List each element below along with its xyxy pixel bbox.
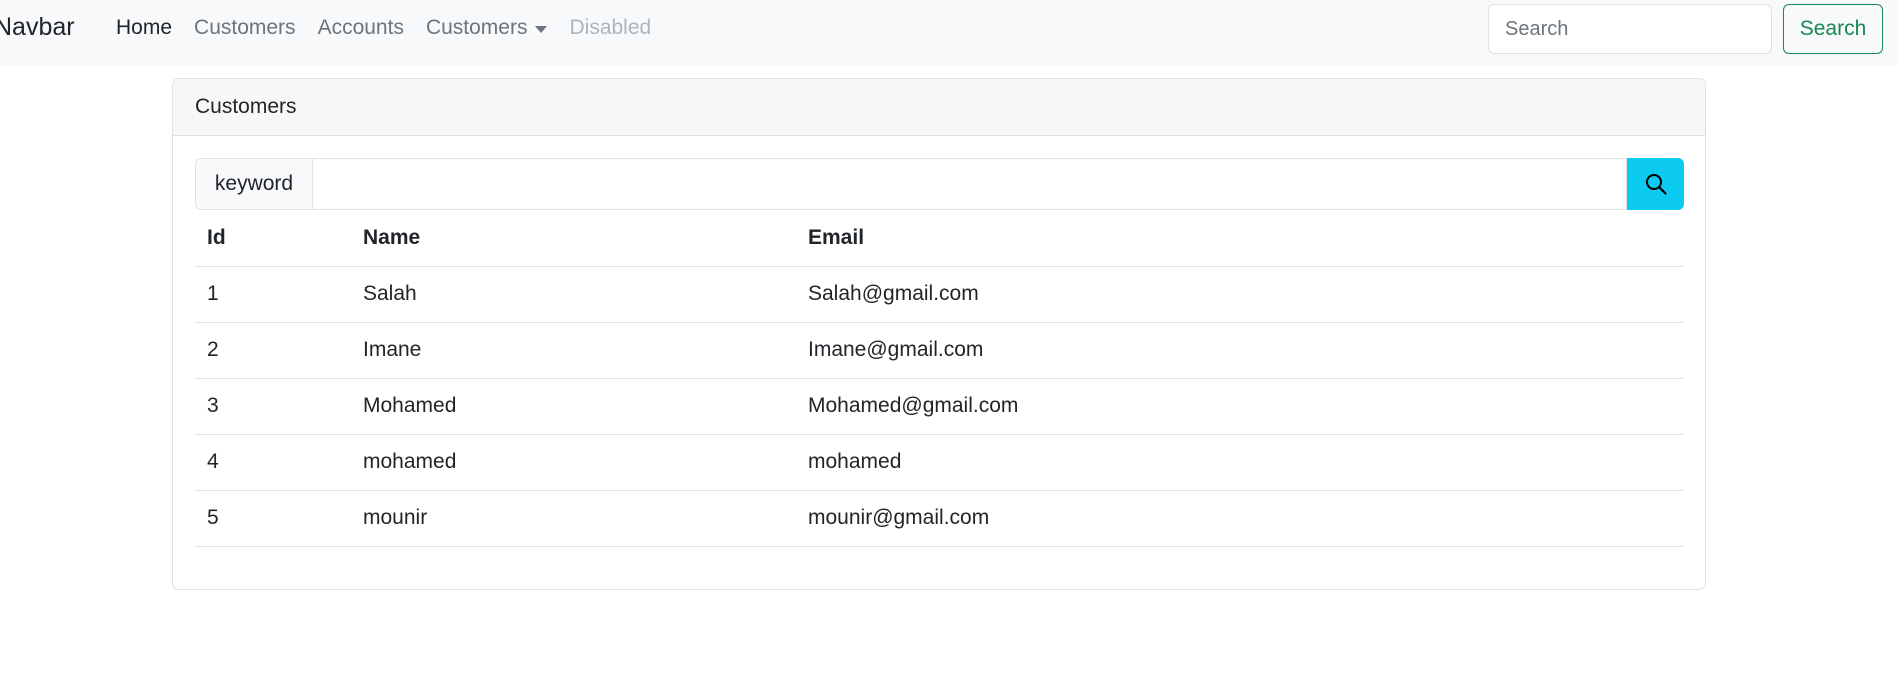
table-row: 4 mohamed mohamed	[195, 434, 1684, 491]
table-row: 2 Imane Imane@gmail.com	[195, 322, 1684, 379]
card-header: Customers	[173, 79, 1705, 136]
cell-email: mounir@gmail.com	[796, 490, 1684, 547]
navbar-search-button[interactable]: Search	[1783, 4, 1883, 54]
column-header-email: Email	[796, 210, 1684, 267]
cell-id: 3	[195, 378, 351, 435]
nav-link-disabled: Disabled	[569, 16, 652, 39]
table-header-row: Id Name Email	[195, 210, 1684, 267]
cell-name: mohamed	[351, 434, 796, 491]
cell-email: Mohamed@gmail.com	[796, 378, 1684, 435]
navbar: Navbar Home Customers Accounts Customers…	[0, 0, 1897, 66]
nav-links: Home Customers Accounts Customers Disabl…	[116, 16, 673, 40]
cell-id: 5	[195, 490, 351, 547]
table-row: 5 mounir mounir@gmail.com	[195, 490, 1684, 547]
column-header-id: Id	[195, 210, 351, 267]
navbar-brand[interactable]: Navbar	[0, 13, 75, 42]
keyword-search-group: keyword	[195, 158, 1684, 210]
table-row: 1 Salah Salah@gmail.com	[195, 266, 1684, 323]
cell-name: mounir	[351, 490, 796, 547]
card-body: keyword Id Name Email 1 Salah Salah@gmai…	[173, 136, 1705, 547]
search-icon	[1645, 174, 1667, 195]
cell-email: mohamed	[796, 434, 1684, 491]
cell-email: Imane@gmail.com	[796, 322, 1684, 379]
customers-card: Customers keyword Id Name Email 1 Salah …	[172, 78, 1706, 590]
keyword-search-button[interactable]	[1627, 158, 1684, 210]
cell-name: Mohamed	[351, 378, 796, 435]
cell-id: 2	[195, 322, 351, 379]
nav-link-customers[interactable]: Customers	[194, 16, 296, 40]
customers-table: Id Name Email 1 Salah Salah@gmail.com 2 …	[195, 210, 1684, 547]
cell-email: Salah@gmail.com	[796, 266, 1684, 323]
table-row: 3 Mohamed Mohamed@gmail.com	[195, 378, 1684, 435]
nav-link-home[interactable]: Home	[116, 16, 172, 40]
cell-id: 4	[195, 434, 351, 491]
nav-link-accounts[interactable]: Accounts	[318, 16, 404, 40]
cell-name: Imane	[351, 322, 796, 379]
caret-down-icon	[535, 25, 548, 33]
nav-dropdown-label: Customers	[425, 16, 528, 39]
column-header-name: Name	[351, 210, 796, 267]
cell-name: Salah	[351, 266, 796, 323]
nav-dropdown-customers[interactable]: Customers	[426, 16, 548, 40]
cell-id: 1	[195, 266, 351, 323]
navbar-search-input[interactable]	[1488, 4, 1772, 54]
keyword-input[interactable]	[312, 158, 1627, 210]
keyword-label: keyword	[195, 158, 312, 210]
